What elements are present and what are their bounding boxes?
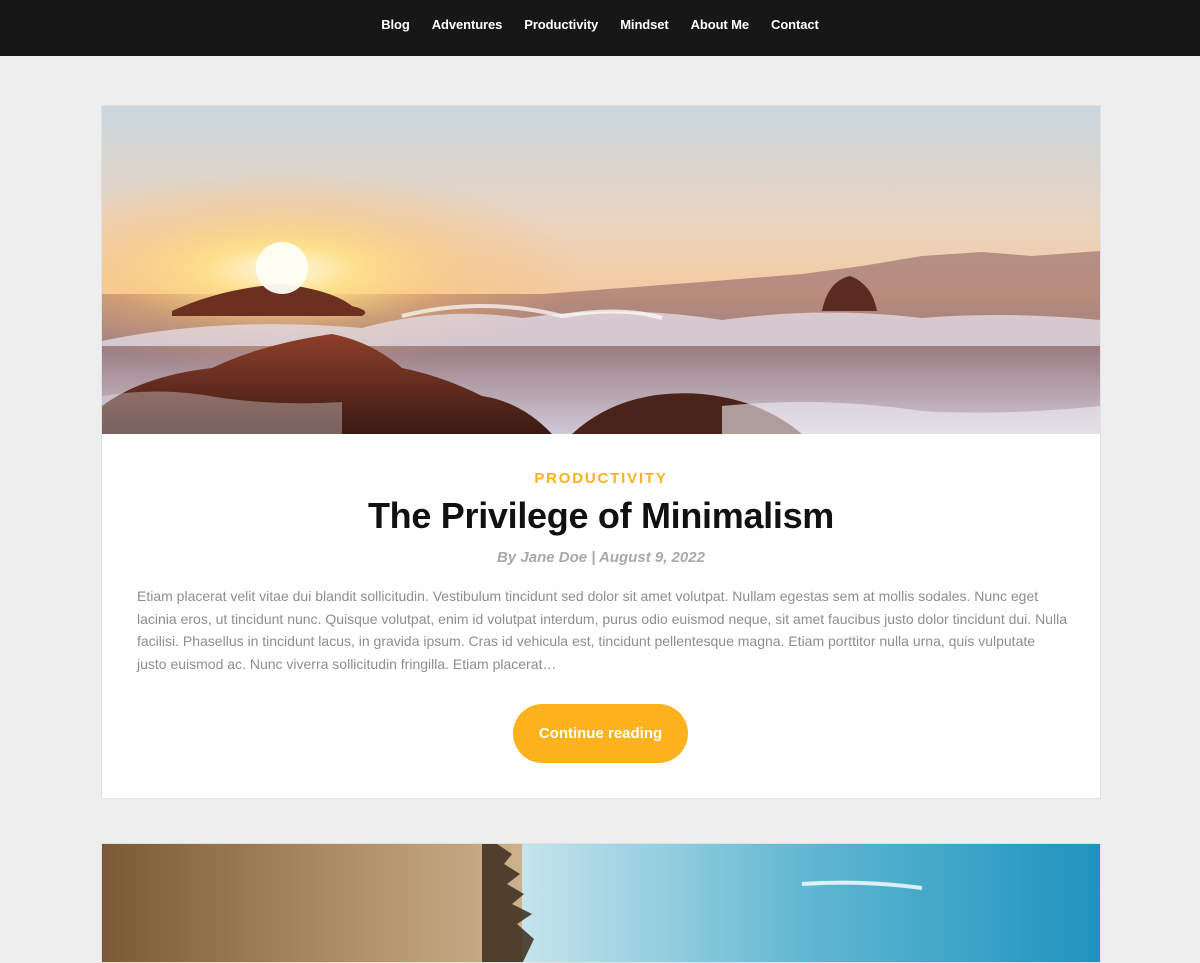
nav-link-about-me[interactable]: About Me — [691, 17, 750, 32]
nav-item-blog: Blog — [381, 16, 410, 34]
nav-item-mindset: Mindset — [620, 16, 669, 34]
nav-menu: Blog Adventures Productivity Mindset Abo… — [370, 16, 830, 40]
nav-item-about-me: About Me — [691, 16, 750, 34]
post-excerpt: Etiam placerat velit vitae dui blandit s… — [137, 588, 1067, 673]
next-post-card — [101, 843, 1101, 963]
nav-link-productivity[interactable]: Productivity — [524, 17, 598, 32]
nav-item-contact: Contact — [771, 16, 819, 34]
nav-link-adventures[interactable]: Adventures — [432, 17, 503, 32]
nav-link-contact[interactable]: Contact — [771, 17, 819, 32]
top-navigation: Blog Adventures Productivity Mindset Abo… — [0, 0, 1200, 56]
continue-reading-button[interactable]: Continue reading — [513, 704, 688, 763]
post-meta: By Jane Doe | August 9, 2022 — [497, 549, 705, 566]
next-post-featured-image[interactable] — [102, 844, 1100, 963]
post-category[interactable]: Productivity — [102, 470, 1100, 487]
post-title[interactable]: The Privilege of Minimalism — [102, 495, 1100, 537]
post-card: Productivity The Privilege of Minimalism… — [101, 105, 1101, 799]
nav-link-blog[interactable]: Blog — [381, 17, 410, 32]
nav-item-adventures: Adventures — [432, 16, 503, 34]
nav-link-mindset[interactable]: Mindset — [620, 17, 669, 32]
post-featured-image[interactable] — [102, 106, 1100, 434]
sunset-ocean-image — [102, 106, 1100, 434]
nav-item-productivity: Productivity — [524, 16, 598, 34]
